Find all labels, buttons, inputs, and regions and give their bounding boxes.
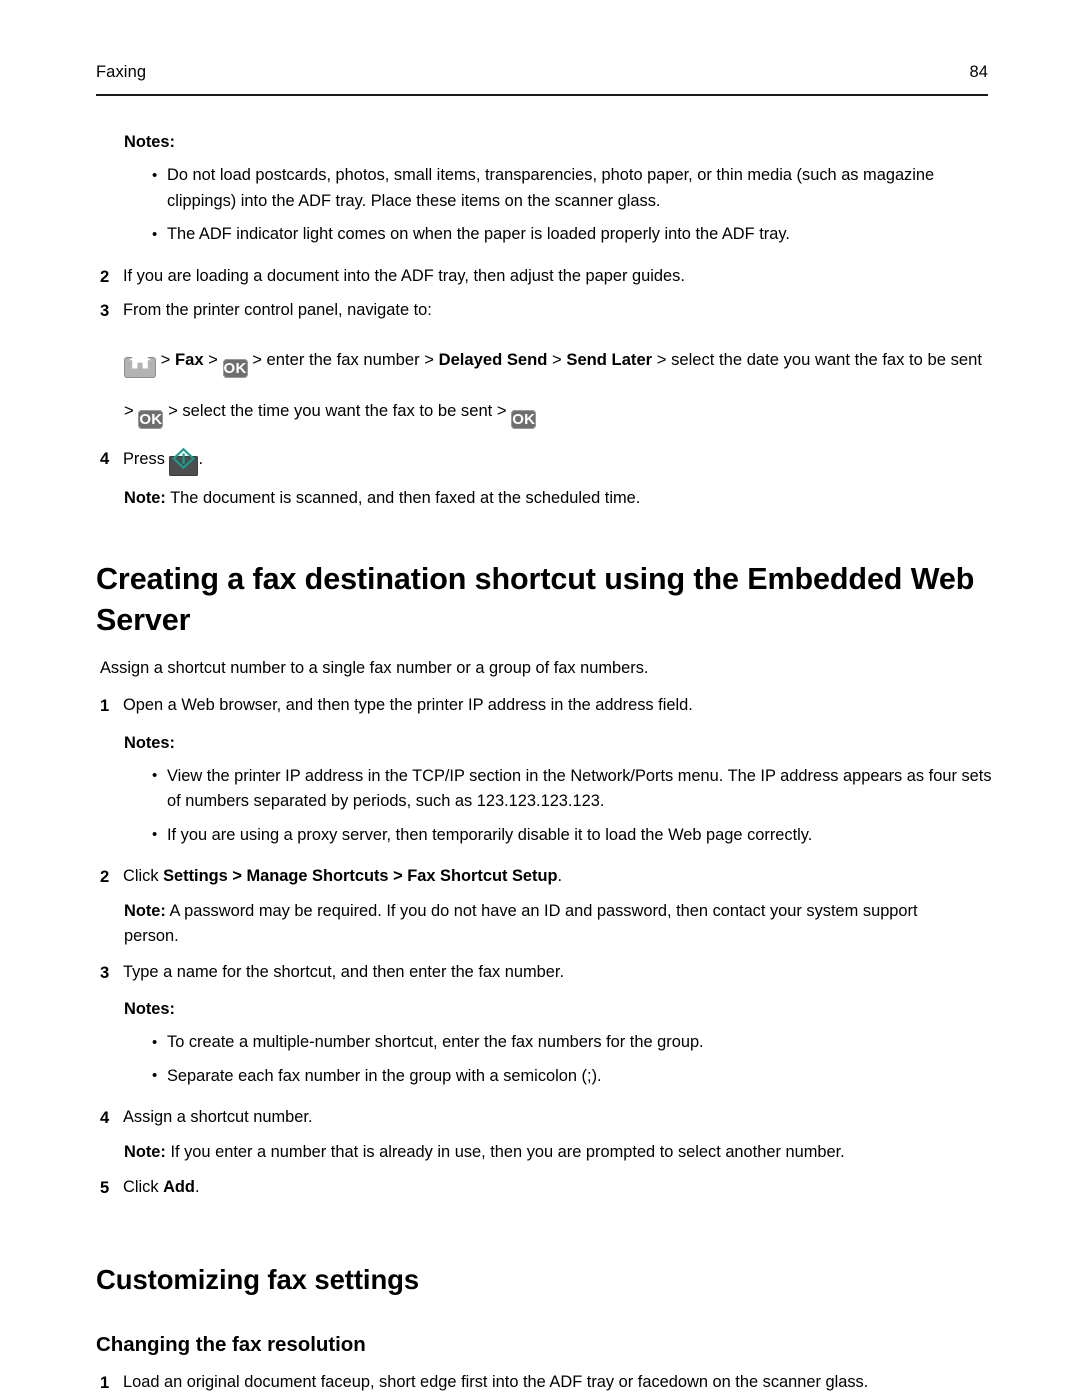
step-period: . <box>557 867 563 885</box>
header-rule <box>96 94 988 97</box>
step-period: . <box>194 1178 200 1196</box>
step-text: Load an original document faceup, short … <box>123 1372 869 1391</box>
note-label: Note: <box>124 489 166 507</box>
ok-icon-label: OK <box>222 358 248 378</box>
note-label: Note: <box>124 901 166 920</box>
page-content: Notes: • Do not load postcards, photos, … <box>96 130 996 1397</box>
step-text: Open a Web browser, and then type the pr… <box>123 696 693 714</box>
shortcut-step-3: 3 Type a name for the shortcut, and then… <box>96 960 996 986</box>
menu-item-manage-shortcuts[interactable]: Manage Shortcuts <box>246 867 388 885</box>
step-number: 4 <box>100 448 110 468</box>
page-title-customizing: Customizing fax settings <box>96 1263 420 1295</box>
subheading-fax-resolution: Changing the fax resolution <box>96 1332 366 1356</box>
step-3: 3 From the printer control panel, naviga… <box>96 298 996 324</box>
list-item: • View the printer IP address in the TCP… <box>152 764 996 815</box>
bullet-icon: • <box>152 767 158 784</box>
note-paragraph-number-in-use: Note: If you enter a number that is alre… <box>124 1140 974 1166</box>
step-2: 2 If you are loading a document into the… <box>96 264 996 290</box>
start-icon[interactable] <box>169 446 199 480</box>
bullet-icon: • <box>152 1067 158 1084</box>
step-number: 3 <box>100 301 110 320</box>
note-paragraph-scheduled-time: Note: The document is scanned, and then … <box>124 486 974 512</box>
step-text-click: Click <box>123 867 159 885</box>
bullet-icon: • <box>152 166 158 184</box>
nav-separator-2: > <box>208 349 218 369</box>
shortcut-step-1: 1 Open a Web browser, and then type the … <box>96 693 996 719</box>
step-number: 2 <box>100 266 110 286</box>
ok-icon-label: OK <box>511 409 537 429</box>
step-period: . <box>198 449 204 468</box>
step-text: Assign a shortcut number. <box>123 1108 313 1126</box>
note-paragraph-password: Note: A password may be required. If you… <box>124 899 974 950</box>
notes-label-1: Notes: <box>124 133 175 151</box>
running-header: Faxing 84 <box>96 62 988 82</box>
step-number: 4 <box>100 1108 110 1127</box>
step-number: 1 <box>100 696 110 715</box>
nav-item-delayed-send[interactable]: Delayed Send <box>439 350 548 369</box>
step-number: 3 <box>100 962 110 982</box>
bullet-icon: • <box>152 1033 158 1051</box>
nav-select-time-text: > select the time you want the fax to be… <box>168 400 507 420</box>
step-4: 4 Press . <box>96 446 996 480</box>
notes-label-3: Notes: <box>124 1000 175 1018</box>
nav-item-fax[interactable]: Fax <box>175 350 204 369</box>
note-text: To create a multiple-number shortcut, en… <box>167 1033 704 1051</box>
note-text: If you are using a proxy server, then te… <box>167 825 813 844</box>
notes-label-2: Notes: <box>124 733 175 752</box>
list-item: • If you are using a proxy server, then … <box>152 823 996 849</box>
page-title-shortcut: Creating a fax destination shortcut usin… <box>96 561 975 637</box>
step-text-click: Click <box>123 1178 159 1196</box>
nav-separator-1: > <box>160 349 171 369</box>
ok-icon-3[interactable]: OK <box>511 397 537 440</box>
bullet-icon: • <box>152 826 158 843</box>
header-section-title: Faxing <box>96 63 147 81</box>
nav-enter-fax-number-text: > enter the fax number > <box>252 349 434 369</box>
document-page: Faxing 84 Notes: • Do not load postcards… <box>0 0 1080 1397</box>
note-text: Do not load postcards, photos, small ite… <box>167 166 935 210</box>
intro-paragraph-shortcut: Assign a shortcut number to a single fax… <box>100 656 980 682</box>
ok-icon-1[interactable]: OK <box>222 346 248 389</box>
shortcut-step-5: 5 Click Add. <box>96 1175 996 1201</box>
nav-separator-3: > <box>552 349 562 369</box>
press-label: Press <box>123 449 165 468</box>
notes-list-3: • To create a multiple-number shortcut, … <box>96 1030 996 1089</box>
shortcut-step-4: 4 Assign a shortcut number. <box>96 1105 996 1131</box>
bullet-icon: • <box>152 225 158 243</box>
menu-item-fax-shortcut-setup[interactable]: Fax Shortcut Setup <box>407 867 557 885</box>
step-text: From the printer control panel, navigate… <box>123 301 432 319</box>
step-number: 1 <box>100 1372 110 1392</box>
step-text: If you are loading a document into the A… <box>123 266 685 285</box>
list-item: • To create a multiple-number shortcut, … <box>152 1030 996 1056</box>
list-item: • Separate each fax number in the group … <box>152 1064 996 1090</box>
menu-separator-1: > <box>232 867 242 885</box>
menu-separator-2: > <box>393 867 403 885</box>
header-page-number: 84 <box>969 63 988 81</box>
notes-list-2: • View the printer IP address in the TCP… <box>96 764 996 849</box>
step-text: Type a name for the shortcut, and then e… <box>123 962 564 981</box>
step-number: 2 <box>100 867 110 886</box>
button-add[interactable]: Add <box>163 1178 195 1196</box>
step-number: 5 <box>100 1178 110 1197</box>
note-text: The document is scanned, and then faxed … <box>170 489 641 507</box>
menu-item-settings[interactable]: Settings <box>163 867 228 885</box>
ok-icon-label: OK <box>138 409 164 429</box>
control-panel-navigation-path: > Fax > OK > enter the fax number > Dela… <box>124 338 996 440</box>
list-item: • The ADF indicator light comes on when … <box>152 222 996 248</box>
list-item: • Do not load postcards, photos, small i… <box>152 163 996 214</box>
note-label: Note: <box>124 1142 166 1161</box>
notes-list-1: • Do not load postcards, photos, small i… <box>96 163 996 248</box>
shortcut-step-2: 2 Click Settings > Manage Shortcuts > Fa… <box>96 864 996 890</box>
intro-text: Assign a shortcut number to a single fax… <box>100 658 649 677</box>
note-text: If you enter a number that is already in… <box>170 1142 845 1161</box>
home-icon[interactable] <box>124 346 156 389</box>
note-text: View the printer IP address in the TCP/I… <box>167 766 992 811</box>
nav-item-send-later[interactable]: Send Later <box>566 350 652 369</box>
note-text: Separate each fax number in the group wi… <box>167 1066 602 1085</box>
resolution-step-1: 1 Load an original document faceup, shor… <box>96 1370 996 1396</box>
ok-icon-2[interactable]: OK <box>138 397 164 440</box>
note-text: The ADF indicator light comes on when th… <box>167 225 790 243</box>
note-text: A password may be required. If you do no… <box>124 901 918 946</box>
